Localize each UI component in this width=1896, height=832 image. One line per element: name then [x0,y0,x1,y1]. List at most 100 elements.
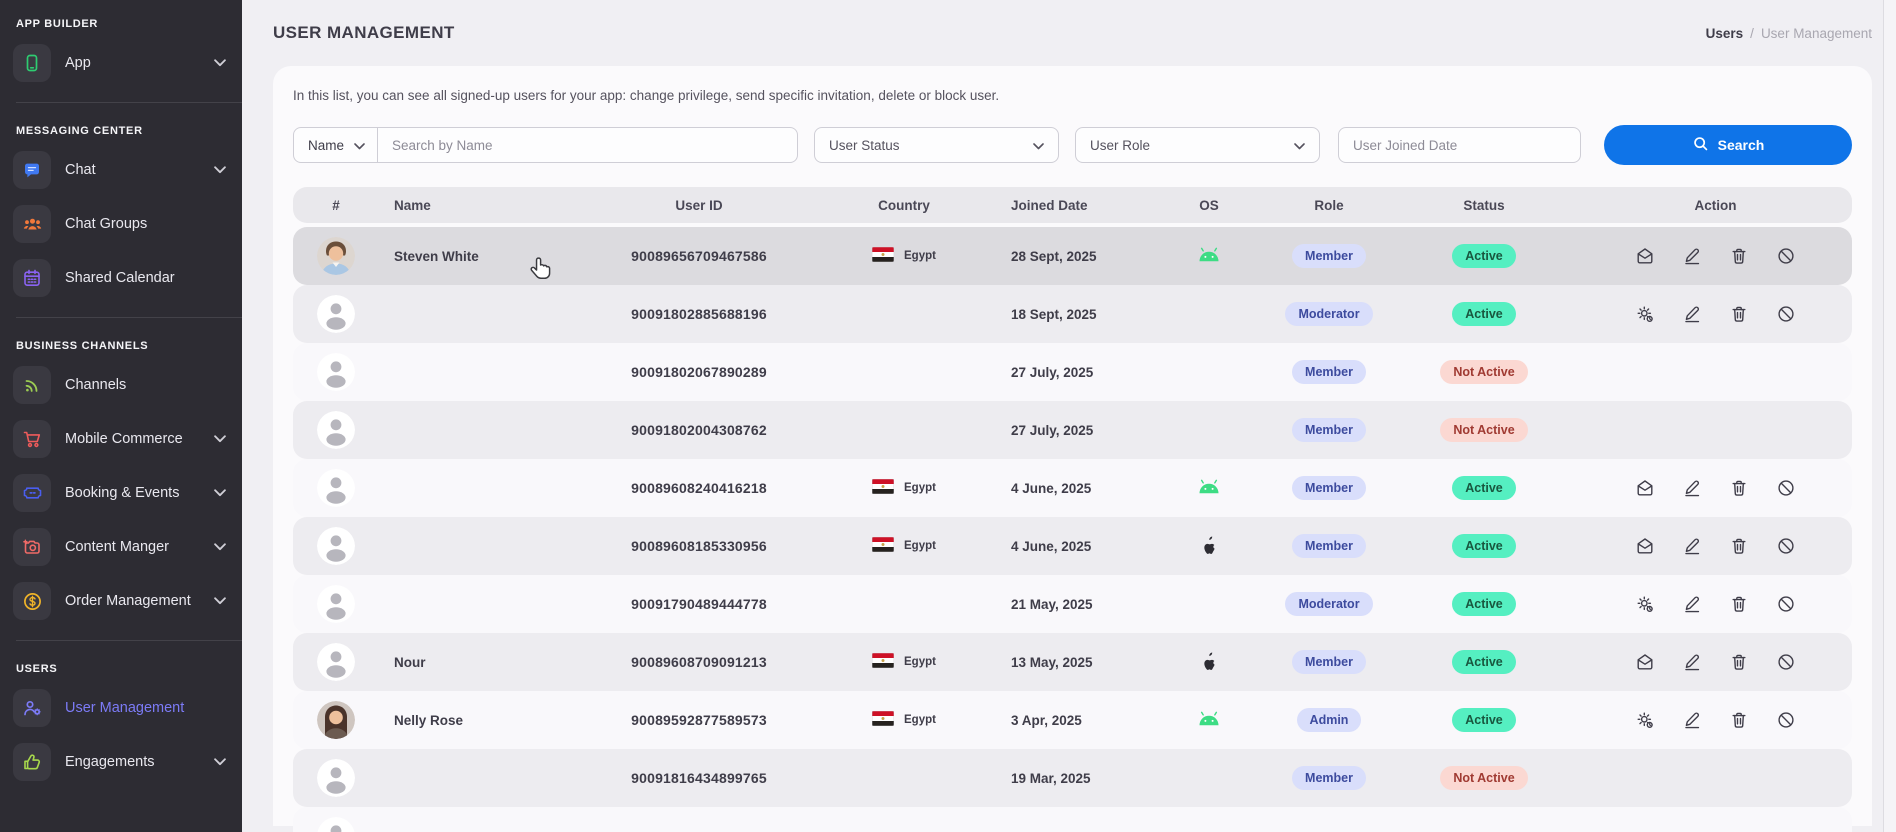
apple-icon [1201,535,1218,558]
country-label: Egypt [904,482,936,494]
sidebar-item-mobile-commerce[interactable]: Mobile Commerce [0,412,242,466]
sidebar-item-chat-groups[interactable]: Chat Groups [0,197,242,251]
egypt-flag-icon [872,537,894,555]
search-input[interactable] [378,128,797,162]
table-row[interactable]: 9009181643489976519 Mar, 2025MemberNot A… [293,749,1852,807]
sidebar: APP BUILDERAppMESSAGING CENTERChatChat G… [0,0,242,832]
table-header-row: #NameUser IDCountryJoined DateOSRoleStat… [293,187,1852,223]
breadcrumb-parent[interactable]: Users [1706,26,1744,41]
delete-icon[interactable] [1729,710,1749,730]
joined-date-input[interactable] [1338,127,1581,163]
row-actions [1579,536,1852,556]
user-id: 90091790489444778 [599,596,799,612]
delete-icon[interactable] [1729,652,1749,672]
delete-icon[interactable] [1729,246,1749,266]
table-row[interactable]: 9009180206789028927 July, 2025MemberNot … [293,343,1852,401]
sidebar-item-content-manger[interactable]: Content Manger [0,520,242,574]
user-role: Member [1269,650,1389,674]
settings-icon[interactable] [1635,710,1655,730]
status-badge: Active [1452,534,1516,558]
delete-icon[interactable] [1729,594,1749,614]
role-badge: Member [1292,534,1366,558]
table-row[interactable]: 90089608185330956Egypt4 June, 2025Member… [293,517,1852,575]
delete-icon[interactable] [1729,478,1749,498]
sidebar-section-label: MESSAGING CENTER [0,115,242,143]
block-icon[interactable] [1776,478,1796,498]
sidebar-item-app[interactable]: App [0,36,242,90]
mail-icon[interactable] [1635,246,1655,266]
apple-icon [1201,651,1218,674]
status-badge: Active [1452,592,1516,616]
chat-groups-icon [13,205,51,243]
block-icon[interactable] [1776,304,1796,324]
sidebar-item-channels[interactable]: Channels [0,358,242,412]
edit-icon[interactable] [1682,246,1702,266]
user-role: Member [1269,360,1389,384]
user-role: Member [1269,418,1389,442]
edit-icon[interactable] [1682,478,1702,498]
settings-icon[interactable] [1635,304,1655,324]
row-actions [1579,594,1852,614]
delete-icon[interactable] [1729,536,1749,556]
sidebar-item-label: Chat Groups [65,216,147,232]
column-header-role: Role [1269,198,1389,213]
block-icon[interactable] [1776,246,1796,266]
user-country: Egypt [799,247,1009,265]
mail-icon[interactable] [1635,652,1655,672]
block-icon[interactable] [1776,652,1796,672]
user-id: 90089608185330956 [599,538,799,554]
chevron-down-icon [214,489,226,497]
delete-icon[interactable] [1729,304,1749,324]
joined-date: 13 May, 2025 [1009,655,1149,670]
table-row[interactable]: 9009179048944477821 May, 2025ModeratorAc… [293,575,1852,633]
edit-icon[interactable] [1682,304,1702,324]
sidebar-item-engagements[interactable]: Engagements [0,735,242,789]
table-row[interactable]: Steven White90089656709467586Egypt28 Sep… [293,227,1852,285]
sidebar-item-label: User Management [65,700,184,716]
role-badge: Member [1292,360,1366,384]
status-badge: Active [1452,476,1516,500]
user-status: Not Active [1389,418,1579,442]
user-role: Moderator [1269,592,1389,616]
sidebar-item-shared-calendar[interactable]: Shared Calendar [0,251,242,305]
user-role-select[interactable]: User Role [1075,127,1320,163]
table-row[interactable]: 9009180200430876227 July, 2025MemberNot … [293,401,1852,459]
block-icon[interactable] [1776,594,1796,614]
country-label: Egypt [904,250,936,262]
table-row[interactable]: Nelly Rose90089592877589573Egypt3 Apr, 2… [293,691,1852,749]
sidebar-item-chat[interactable]: Chat [0,143,242,197]
user-status-select[interactable]: User Status [814,127,1059,163]
table-row[interactable]: Nour90089608709091213Egypt13 May, 2025Me… [293,633,1852,691]
edit-icon[interactable] [1682,652,1702,672]
sidebar-item-user-management[interactable]: User Management [0,681,242,735]
chevron-down-icon [214,543,226,551]
settings-icon[interactable] [1635,594,1655,614]
table-row[interactable]: 90089608240416218Egypt4 June, 2025Member… [293,459,1852,517]
edit-icon[interactable] [1682,710,1702,730]
user-id: 90091802004308762 [599,422,799,438]
block-icon[interactable] [1776,536,1796,556]
main-content: USER MANAGEMENT Users/User Management In… [242,0,1896,832]
chevron-down-icon [354,138,365,153]
edit-icon[interactable] [1682,594,1702,614]
mail-icon[interactable] [1635,478,1655,498]
sidebar-item-order-management[interactable]: Order Management [0,574,242,628]
sidebar-item-booking-events[interactable]: Booking & Events [0,466,242,520]
user-avatar [293,295,379,333]
mail-icon[interactable] [1635,536,1655,556]
search-field-select[interactable]: Name [294,128,378,162]
edit-icon[interactable] [1682,536,1702,556]
user-avatar [293,759,379,797]
user-country: Egypt [799,711,1009,729]
status-badge: Not Active [1440,418,1527,442]
table-row[interactable]: 9009180288568819618 Sept, 2025ModeratorA… [293,285,1852,343]
chat-icon [13,151,51,189]
block-icon[interactable] [1776,710,1796,730]
role-badge: Member [1292,766,1366,790]
search-button[interactable]: Search [1604,125,1852,165]
page-scrollbar[interactable] [1883,0,1896,832]
sidebar-section-label: USERS [0,653,242,681]
table-row[interactable] [293,807,1852,832]
camera-icon [13,528,51,566]
cart-icon [13,420,51,458]
